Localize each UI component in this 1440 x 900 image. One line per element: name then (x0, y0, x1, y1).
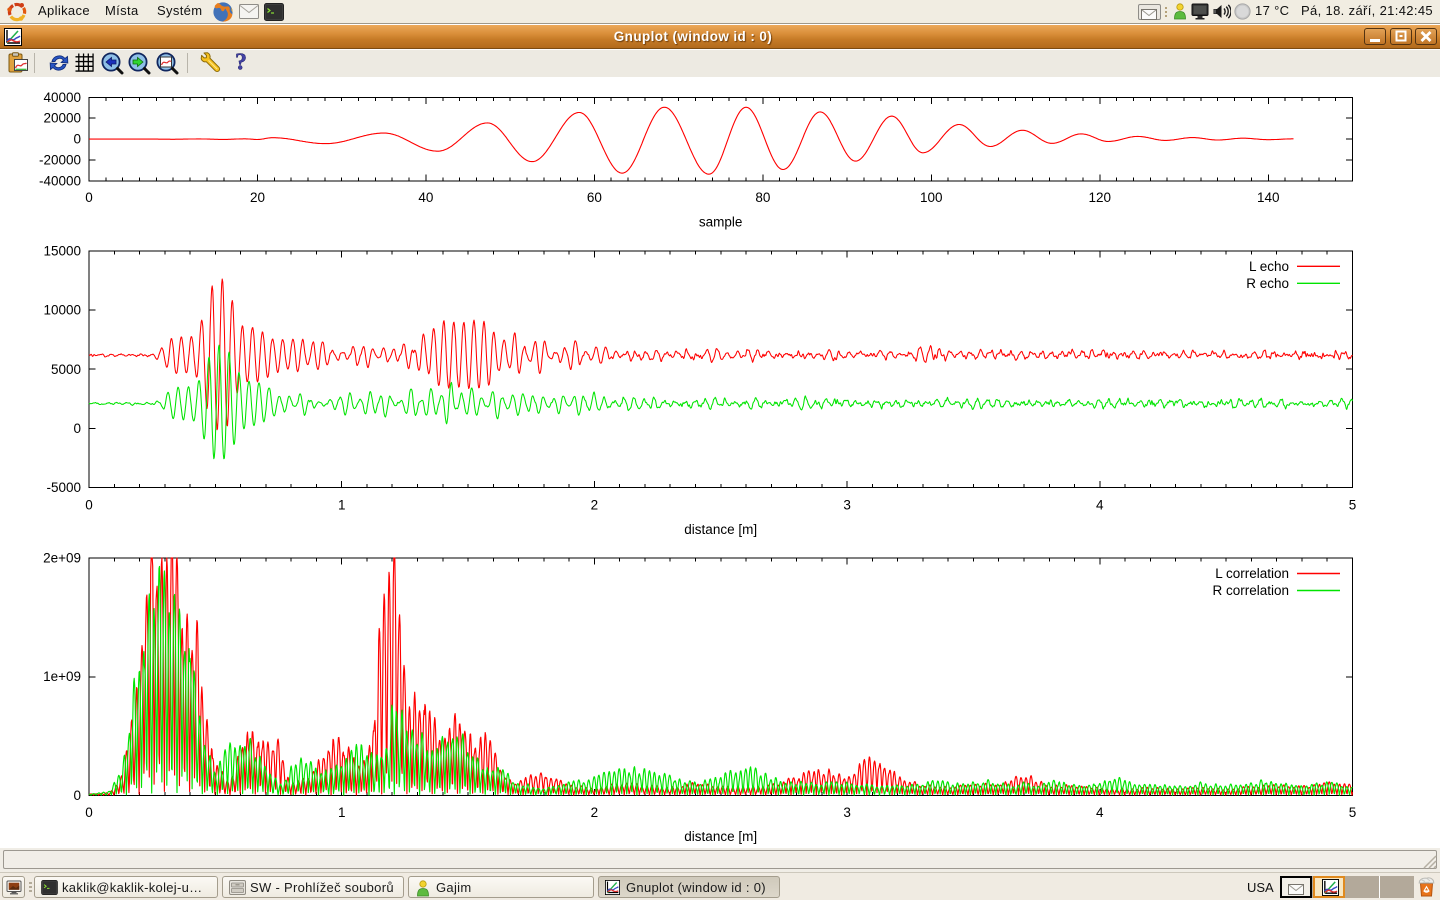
svg-text:4: 4 (1096, 498, 1104, 513)
svg-text:20: 20 (250, 190, 265, 205)
svg-text:1: 1 (338, 805, 346, 820)
svg-text:60: 60 (587, 190, 602, 205)
svg-text:10000: 10000 (43, 303, 81, 318)
svg-text:0: 0 (85, 190, 93, 205)
svg-text:?: ? (235, 51, 247, 73)
svg-text:4: 4 (1096, 805, 1104, 820)
svg-text:5000: 5000 (51, 362, 81, 377)
svg-text:-5000: -5000 (46, 480, 81, 495)
svg-text:distance [m]: distance [m] (684, 522, 757, 537)
svg-text:80: 80 (755, 190, 770, 205)
svg-text:0: 0 (73, 421, 81, 436)
svg-text:L echo: L echo (1249, 259, 1289, 274)
svg-text:120: 120 (1089, 190, 1112, 205)
svg-text:2e+09: 2e+09 (43, 551, 81, 566)
svg-text:20000: 20000 (43, 111, 81, 126)
svg-text:sample: sample (699, 215, 743, 230)
svg-text:distance [m]: distance [m] (684, 829, 757, 844)
svg-text:40000: 40000 (43, 90, 81, 105)
svg-text:1e+09: 1e+09 (43, 669, 81, 684)
svg-text:R correlation: R correlation (1212, 583, 1289, 598)
svg-text:2: 2 (591, 805, 599, 820)
svg-text:5: 5 (1349, 498, 1357, 513)
svg-text:L correlation: L correlation (1215, 566, 1289, 581)
svg-text:140: 140 (1257, 190, 1280, 205)
svg-text:0: 0 (73, 788, 81, 803)
svg-text:40: 40 (418, 190, 433, 205)
svg-text:100: 100 (920, 190, 943, 205)
svg-text:5: 5 (1349, 805, 1357, 820)
svg-text:2: 2 (591, 498, 599, 513)
svg-text:-20000: -20000 (39, 153, 81, 168)
svg-text:0: 0 (73, 132, 81, 147)
svg-text:0: 0 (85, 498, 93, 513)
svg-text:15000: 15000 (43, 244, 81, 259)
svg-text:1: 1 (338, 498, 346, 513)
svg-text:0: 0 (85, 805, 93, 820)
svg-text:3: 3 (843, 805, 851, 820)
svg-text:-40000: -40000 (39, 174, 81, 189)
svg-text:R echo: R echo (1246, 276, 1289, 291)
svg-text:3: 3 (843, 498, 851, 513)
